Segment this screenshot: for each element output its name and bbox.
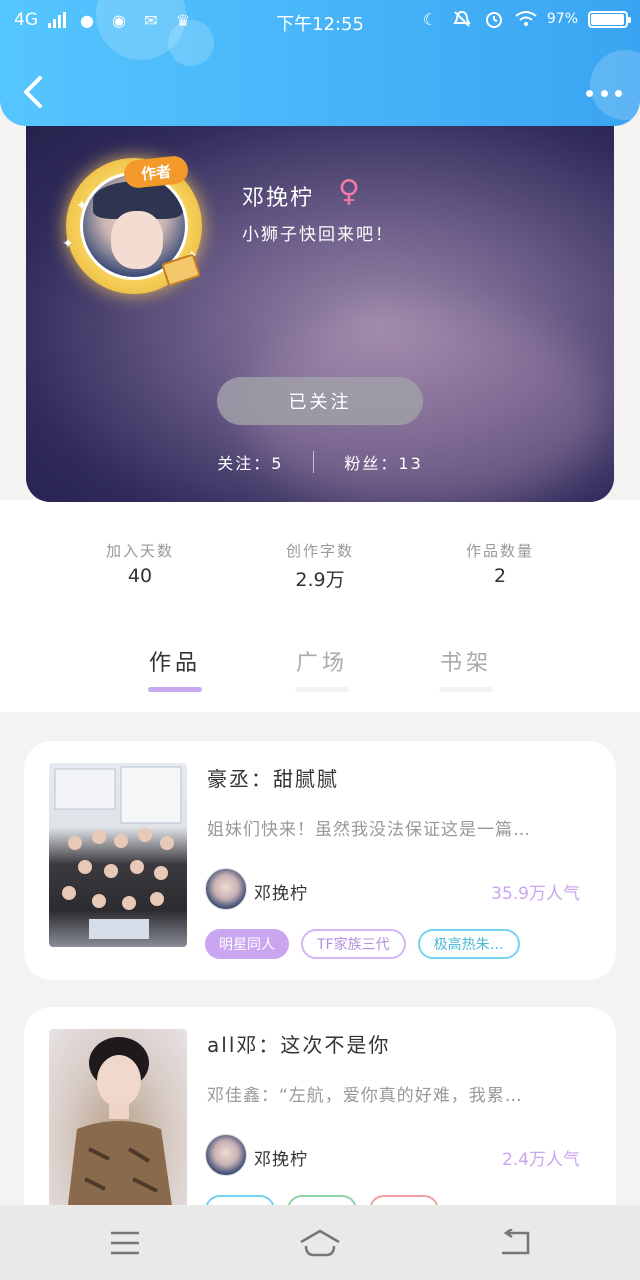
following-count[interactable]: 关注：5: [217, 450, 283, 474]
stats-card: 加入天数 40 创作字数 2.9万 作品数量 2: [52, 500, 588, 624]
tab-label: 作品: [148, 651, 201, 676]
stat-value: 40: [127, 565, 153, 587]
wifi-icon: [515, 9, 537, 29]
tag-list: 明星同人 TF家族三代 极高热朱…: [205, 929, 520, 959]
profile-banner: 作者 ✦ ✦ ✦ 邓挽柠 ♀ 小狮子快回来吧！ 已关注 关注：5 粉丝：13: [26, 110, 614, 502]
menu-icon: [111, 1231, 139, 1255]
tag-chip[interactable]: TF家族三代: [301, 929, 406, 959]
work-cover-image[interactable]: [49, 763, 187, 947]
return-button[interactable]: [485, 1223, 545, 1263]
alarm-icon: [483, 9, 505, 29]
system-nav-bar: [0, 1205, 640, 1280]
work-popularity: 2.4万人气: [501, 1150, 580, 1170]
battery-percent: 97%: [546, 11, 578, 27]
work-title[interactable]: 豪丞：甜腻腻: [207, 763, 339, 792]
fans-count[interactable]: 粉丝：13: [344, 450, 422, 474]
tab-underline: [439, 687, 493, 692]
tab-plaza[interactable]: 广场: [282, 645, 362, 692]
battery-icon: [588, 10, 631, 28]
tag-chip[interactable]: 极高热朱…: [417, 929, 520, 959]
work-card[interactable]: 豪丞：甜腻腻 姐妹们快来！虽然我没法保证这是一篇… 邓挽柠 35.9万人气 明星…: [24, 741, 616, 980]
stat-label: 加入天数: [105, 542, 174, 560]
work-description: 姐妹们快来！虽然我没法保证这是一篇…: [207, 820, 531, 840]
tab-underline: [295, 687, 349, 692]
tab-underline: [148, 687, 202, 692]
work-description: 邓佳鑫：“左航，爱你真的好难，我累…: [207, 1086, 523, 1106]
work-title[interactable]: all邓：这次不是你: [207, 1029, 390, 1058]
sparkle-icon: ✦: [76, 198, 88, 214]
stat-word-count: 创作字数 2.9万: [240, 540, 400, 592]
back-button[interactable]: [20, 74, 50, 110]
stat-label: 作品数量: [465, 542, 534, 560]
tab-bookshelf[interactable]: 书架: [426, 645, 506, 692]
tab-works[interactable]: 作品: [135, 645, 215, 692]
menu-button[interactable]: [95, 1223, 155, 1263]
work-author[interactable]: 邓挽柠: [254, 879, 308, 904]
author-badge: 作者: [122, 154, 190, 190]
stat-join-days: 加入天数 40: [60, 540, 220, 587]
mute-icon: [451, 9, 473, 29]
tab-label: 广场: [295, 651, 348, 676]
work-popularity: 35.9万人气: [491, 884, 580, 904]
stat-label: 创作字数: [285, 542, 354, 560]
sparkle-icon: ✦: [62, 236, 74, 252]
app-header: 4G ● ◉ ✉ ♛ 下午12:55 ☾ 97%: [0, 0, 640, 126]
home-icon: [300, 1229, 340, 1257]
profile-name: 邓挽柠: [242, 186, 315, 211]
stat-value: 2: [493, 565, 507, 587]
follow-stats: 关注：5 粉丝：13: [26, 450, 614, 474]
stat-works-count: 作品数量 2: [420, 540, 580, 587]
profile-bio: 小狮子快回来吧！: [242, 225, 394, 245]
author-avatar-frame: 作者 ✦ ✦ ✦: [62, 154, 202, 294]
work-cover-image[interactable]: [49, 1029, 187, 1213]
tab-label: 书架: [439, 651, 492, 676]
status-bar: 4G ● ◉ ✉ ♛ 下午12:55 ☾ 97%: [0, 0, 640, 42]
female-icon: ♀: [338, 174, 360, 209]
stat-value: 2.9万: [295, 569, 345, 591]
work-author[interactable]: 邓挽柠: [254, 1145, 308, 1170]
follow-button[interactable]: 已关注: [217, 377, 423, 425]
moon-icon: ☾: [422, 9, 438, 29]
avatar[interactable]: [205, 868, 247, 910]
chevron-left-icon: [24, 76, 42, 108]
avatar[interactable]: [205, 1134, 247, 1176]
tag-chip[interactable]: 明星同人: [205, 929, 289, 959]
return-icon: [502, 1229, 530, 1255]
more-button[interactable]: [586, 80, 622, 106]
home-button[interactable]: [290, 1223, 350, 1263]
